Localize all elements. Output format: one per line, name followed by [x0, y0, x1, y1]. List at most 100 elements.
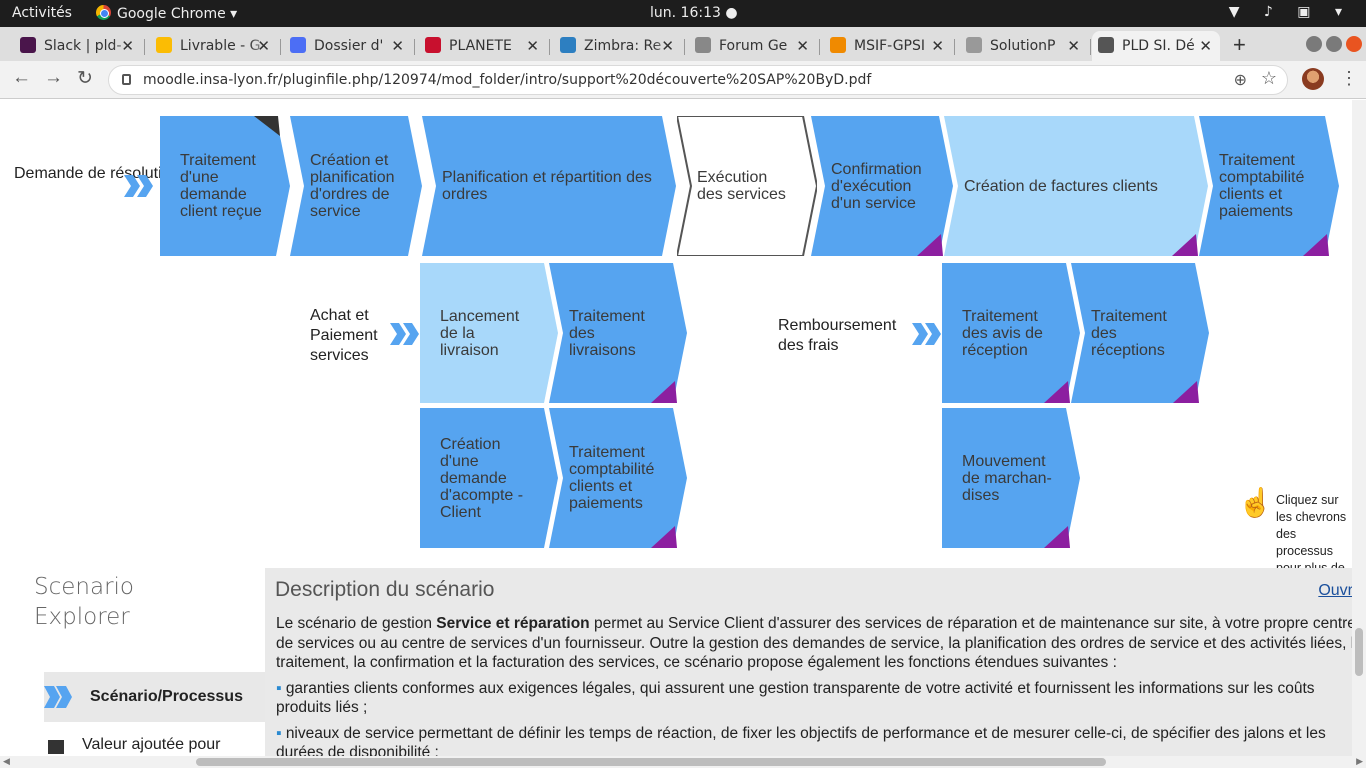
process-chevron-purchase-2[interactable]: Traitement des livraisons [549, 263, 687, 403]
process-chevron-purchase-3[interactable]: Création d'une demande d'acompte - Clien… [420, 408, 558, 548]
tab-close-icon[interactable]: ✕ [257, 37, 270, 55]
open-link[interactable]: Ouvr [1318, 582, 1352, 600]
scenario-process-tab[interactable]: Scénario/Processus [44, 672, 266, 722]
description-panel: Description du scénario Ouvr Le scénario… [265, 568, 1352, 756]
tab-close-icon[interactable]: ✕ [391, 37, 404, 55]
chevron-icon [44, 686, 72, 708]
process-chevron-row1-1[interactable]: Traitement d'une demande client reçue [160, 116, 290, 256]
browser-toolbar: ← → ↻ moodle.insa-lyon.fr/pluginfile.php… [0, 61, 1366, 99]
chevron-label: Traitement comptabilité clients et paiem… [1219, 152, 1305, 220]
activities-button[interactable]: Activités [12, 5, 72, 21]
double-chevron-icon [124, 175, 153, 197]
tab-close-icon[interactable]: ✕ [526, 37, 539, 55]
start-label: Demande de résolution [14, 165, 180, 182]
tab-8[interactable]: SolutionP ✕ [960, 31, 1088, 61]
tab-close-icon[interactable]: ✕ [796, 37, 809, 55]
tab-favicon-icon [290, 37, 306, 53]
chevron-label: Mouvement de marchan-dises [962, 452, 1052, 504]
tab-favicon-icon [695, 37, 711, 53]
tab-3[interactable]: Dossier d' ✕ [284, 31, 412, 61]
horizontal-scroll-thumb[interactable] [196, 758, 1106, 766]
tab-6[interactable]: Forum Ge ✕ [689, 31, 817, 61]
system-tray[interactable]: ▼ ♪ ▣ ▾ [1229, 4, 1352, 20]
url-text[interactable]: moodle.insa-lyon.fr/pluginfile.php/12097… [143, 72, 871, 88]
process-chevron-row1-5[interactable]: Confirmation d'exécution d'un service [811, 116, 953, 256]
tab-close-icon[interactable]: ✕ [1199, 37, 1212, 55]
tab-5[interactable]: Zimbra: Re ✕ [554, 31, 682, 61]
tab-1[interactable]: Slack | pld- ✕ [14, 31, 142, 61]
chevron-label: Création de factures clients [964, 177, 1158, 195]
chevron-label: Traitement des avis de réception [962, 307, 1043, 359]
scenario-process-label: Scénario/Processus [90, 688, 243, 705]
bullet-service-levels: ▪ niveaux de service permettant de défin… [276, 724, 1352, 757]
value-added-tab[interactable]: Valeur ajoutée pour [82, 736, 220, 754]
tab-favicon-icon [560, 37, 576, 53]
maximize-button[interactable] [1326, 36, 1342, 52]
chrome-icon [96, 5, 111, 20]
tab-9[interactable]: PLD SI. Dé ✕ [1092, 31, 1220, 61]
process-chevron-row1-3[interactable]: Planification et répartition des ordres [422, 116, 676, 256]
chevron-label: Traitement des livraisons [569, 307, 645, 359]
chevron-label: Lancement de la livraison [440, 307, 520, 359]
description-title: Description du scénario [275, 578, 495, 601]
scroll-left-arrow[interactable]: ◀ [3, 756, 10, 767]
tab-favicon-icon [20, 37, 36, 53]
clock[interactable]: lun. 16:13 ● [650, 5, 738, 21]
address-bar[interactable]: moodle.insa-lyon.fr/pluginfile.php/12097… [108, 65, 1288, 95]
bullet-warranties: ▪ garanties clients conformes aux exigen… [276, 679, 1352, 718]
tab-7[interactable]: MSIF-GPSI ✕ [824, 31, 952, 61]
double-chevron-icon [912, 323, 941, 345]
tab-4[interactable]: PLANETE ✕ [419, 31, 547, 61]
tab-favicon-icon [156, 37, 172, 53]
vertical-scroll-thumb[interactable] [1355, 628, 1363, 676]
chevron-label: Traitement d'une demande client reçue [180, 152, 262, 220]
bookmark-star-icon[interactable]: ☆ [1261, 68, 1277, 89]
tab-favicon-icon [1098, 37, 1114, 53]
bullet-icon: ▪ [276, 724, 286, 742]
chevron-label: Exécution des services [697, 169, 786, 203]
process-chevron-purchase-1[interactable]: Lancement de la livraison [420, 263, 558, 403]
zoom-icon[interactable]: ⊕ [1234, 70, 1247, 90]
chevron-label: Planification et répartition des ordres [442, 169, 652, 203]
scroll-right-arrow[interactable]: ▶ [1356, 756, 1363, 767]
horizontal-scrollbar[interactable]: ◀ ▶ [0, 756, 1366, 768]
process-chevron-refund-3[interactable]: Mouvement de marchan-dises [942, 408, 1080, 548]
chrome-menu-icon[interactable]: ⋮ [1340, 68, 1358, 89]
tab-2[interactable]: Livrable - G ✕ [150, 31, 278, 61]
tab-close-icon[interactable]: ✕ [121, 37, 134, 55]
vertical-scrollbar[interactable] [1352, 100, 1366, 756]
tab-favicon-icon [830, 37, 846, 53]
reload-button[interactable]: ↻ [77, 67, 93, 90]
tab-strip: Slack | pld- ✕ Livrable - G ✕ Dossier d' ✕ PLA… [0, 27, 1366, 61]
tab-separator [414, 39, 415, 55]
profile-avatar[interactable] [1302, 68, 1324, 90]
tab-close-icon[interactable]: ✕ [661, 37, 674, 55]
chevron-label: Traitement comptabilité clients et paiem… [569, 444, 655, 512]
tab-separator [954, 39, 955, 55]
minimize-button[interactable] [1306, 36, 1322, 52]
system-top-bar: Activités Google Chrome ▾ lun. 16:13 ● ▼… [0, 0, 1366, 27]
tab-separator [1090, 39, 1091, 55]
bullet-text-2: niveaux de service permettant de définir… [276, 724, 1326, 757]
process-chevron-row1-7[interactable]: Traitement comptabilité clients et paiem… [1199, 116, 1339, 256]
process-chevron-purchase-4[interactable]: Traitement comptabilité clients et paiem… [549, 408, 687, 548]
forward-button[interactable]: → [44, 67, 63, 89]
process-chevron-row1-2[interactable]: Création et planification d'ordres de se… [290, 116, 422, 256]
close-window-button[interactable] [1346, 36, 1362, 52]
process-chevron-refund-1[interactable]: Traitement des avis de réception [942, 263, 1080, 403]
process-chevron-row1-4[interactable]: Exécution des services [677, 116, 817, 256]
app-menu[interactable]: Google Chrome ▾ [96, 5, 237, 22]
click-hint: Cliquez sur les chevrons des processus p… [1276, 493, 1347, 575]
description-text: Le scénario de gestion Service et répara… [276, 614, 1352, 756]
tab-close-icon[interactable]: ✕ [931, 37, 944, 55]
new-tab-button[interactable]: + [1233, 32, 1246, 58]
chevron-label: Création d'une demande d'acompte - Clien… [440, 435, 524, 521]
tab-close-icon[interactable]: ✕ [1067, 37, 1080, 55]
tab-separator [684, 39, 685, 55]
process-chevron-row1-6[interactable]: Création de factures clients [944, 116, 1208, 256]
tab-separator [549, 39, 550, 55]
tab-separator [819, 39, 820, 55]
tab-separator [144, 39, 145, 55]
process-chevron-refund-2[interactable]: Traitement des réceptions [1071, 263, 1209, 403]
back-button[interactable]: ← [12, 67, 31, 89]
